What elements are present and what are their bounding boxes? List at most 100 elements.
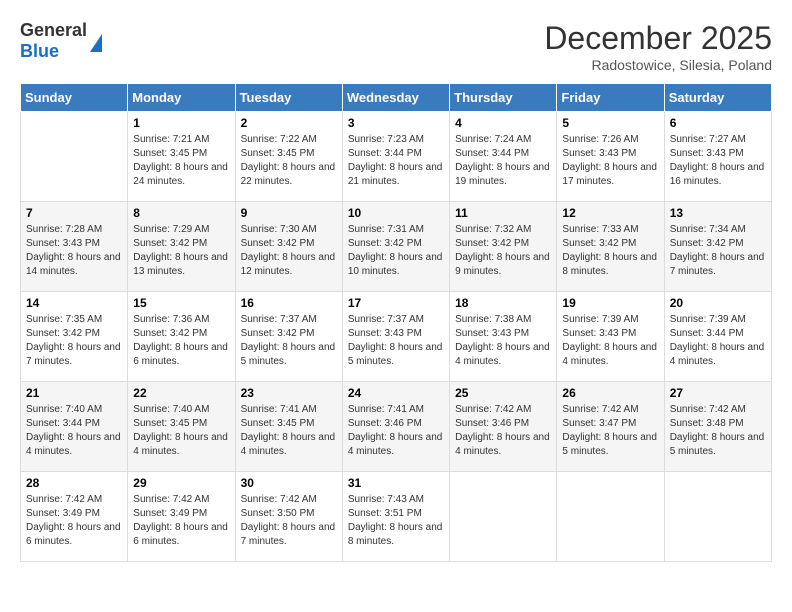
day-info: Sunrise: 7:31 AMSunset: 3:42 PMDaylight:… [348, 223, 444, 279]
title-block: December 2025 Radostowice, Silesia, Pola… [544, 20, 772, 73]
calendar-cell: 30Sunrise: 7:42 AMSunset: 3:50 PMDayligh… [235, 472, 342, 562]
calendar-cell: 23Sunrise: 7:41 AMSunset: 3:45 PMDayligh… [235, 382, 342, 472]
day-info: Sunrise: 7:28 AMSunset: 3:43 PMDaylight:… [26, 223, 122, 279]
calendar-cell [450, 472, 557, 562]
calendar-cell: 21 Sunrise: 7:40 AMSunset: 3:44 PMDayligh… [21, 382, 128, 472]
location-title: Radostowice, Silesia, Poland [544, 57, 772, 73]
calendar-cell: 14 Sunrise: 7:35 AMSunset: 3:42 PMDayligh… [21, 292, 128, 382]
calendar-cell: 20 Sunrise: 7:39 AMSunset: 3:44 PMDayligh… [664, 292, 771, 382]
day-info: Sunrise: 7:42 AMSunset: 3:47 PMDaylight:… [562, 403, 658, 459]
day-info: Sunrise: 7:42 AMSunset: 3:50 PMDaylight:… [241, 493, 337, 549]
calendar-cell: 11Sunrise: 7:32 AMSunset: 3:42 PMDayligh… [450, 202, 557, 292]
weekday-header-sunday: Sunday [21, 84, 128, 112]
day-info: Sunrise: 7:27 AMSunset: 3:43 PMDaylight:… [670, 133, 766, 189]
day-info: Sunrise: 7:39 AMSunset: 3:43 PMDaylight:… [562, 313, 658, 369]
weekday-header-wednesday: Wednesday [342, 84, 449, 112]
calendar-cell: 6 Sunrise: 7:27 AMSunset: 3:43 PMDaylight… [664, 112, 771, 202]
calendar-cell: 22 Sunrise: 7:40 AMSunset: 3:45 PMDayligh… [128, 382, 235, 472]
calendar-cell: 31 Sunrise: 7:43 AMSunset: 3:51 PMDayligh… [342, 472, 449, 562]
day-info: Sunrise: 7:26 AMSunset: 3:43 PMDaylight:… [562, 133, 658, 189]
calendar-cell: 18Sunrise: 7:38 AMSunset: 3:43 PMDayligh… [450, 292, 557, 382]
day-info: Sunrise: 7:41 AMSunset: 3:46 PMDaylight:… [348, 403, 444, 459]
day-info: Sunrise: 7:39 AMSunset: 3:44 PMDaylight:… [670, 313, 766, 369]
day-info: Sunrise: 7:36 AMSunset: 3:42 PMDaylight:… [133, 313, 229, 369]
day-info: Sunrise: 7:32 AMSunset: 3:42 PMDaylight:… [455, 223, 551, 279]
logo: General Blue [20, 20, 102, 62]
day-info: Sunrise: 7:42 AMSunset: 3:48 PMDaylight:… [670, 403, 766, 459]
weekday-header-saturday: Saturday [664, 84, 771, 112]
day-number: 29 [133, 476, 229, 490]
day-number: 20 [670, 296, 766, 310]
day-number: 22 [133, 386, 229, 400]
day-number: 6 [670, 116, 766, 130]
calendar-table: SundayMondayTuesdayWednesdayThursdayFrid… [20, 83, 772, 562]
logo-icon [90, 34, 102, 52]
day-number: 7 [26, 206, 122, 220]
day-info: Sunrise: 7:21 AMSunset: 3:45 PMDaylight:… [133, 133, 229, 189]
calendar-week-row: 28 Sunrise: 7:42 AMSunset: 3:49 PMDayligh… [21, 472, 772, 562]
calendar-cell: 29 Sunrise: 7:42 AMSunset: 3:49 PMDayligh… [128, 472, 235, 562]
day-info: Sunrise: 7:22 AMSunset: 3:45 PMDaylight:… [241, 133, 337, 189]
day-number: 13 [670, 206, 766, 220]
day-number: 14 [26, 296, 122, 310]
calendar-cell: 16Sunrise: 7:37 AMSunset: 3:42 PMDayligh… [235, 292, 342, 382]
day-info: Sunrise: 7:33 AMSunset: 3:42 PMDaylight:… [562, 223, 658, 279]
day-number: 24 [348, 386, 444, 400]
calendar-cell: 4 Sunrise: 7:24 AMSunset: 3:44 PMDaylight… [450, 112, 557, 202]
day-info: Sunrise: 7:37 AMSunset: 3:42 PMDaylight:… [241, 313, 337, 369]
weekday-header-tuesday: Tuesday [235, 84, 342, 112]
day-number: 1 [133, 116, 229, 130]
day-number: 31 [348, 476, 444, 490]
day-number: 5 [562, 116, 658, 130]
day-info: Sunrise: 7:34 AMSunset: 3:42 PMDaylight:… [670, 223, 766, 279]
weekday-header-friday: Friday [557, 84, 664, 112]
calendar-cell: 12 Sunrise: 7:33 AMSunset: 3:42 PMDayligh… [557, 202, 664, 292]
day-number: 2 [241, 116, 337, 130]
day-number: 17 [348, 296, 444, 310]
day-number: 3 [348, 116, 444, 130]
day-number: 8 [133, 206, 229, 220]
day-number: 23 [241, 386, 337, 400]
calendar-cell: 9 Sunrise: 7:30 AMSunset: 3:42 PMDaylight… [235, 202, 342, 292]
calendar-cell: 13 Sunrise: 7:34 AMSunset: 3:42 PMDayligh… [664, 202, 771, 292]
calendar-cell: 28 Sunrise: 7:42 AMSunset: 3:49 PMDayligh… [21, 472, 128, 562]
day-info: Sunrise: 7:24 AMSunset: 3:44 PMDaylight:… [455, 133, 551, 189]
day-number: 28 [26, 476, 122, 490]
day-info: Sunrise: 7:35 AMSunset: 3:42 PMDaylight:… [26, 313, 122, 369]
day-number: 26 [562, 386, 658, 400]
calendar-cell: 15Sunrise: 7:36 AMSunset: 3:42 PMDayligh… [128, 292, 235, 382]
calendar-cell: 7 Sunrise: 7:28 AMSunset: 3:43 PMDaylight… [21, 202, 128, 292]
calendar-cell: 19 Sunrise: 7:39 AMSunset: 3:43 PMDayligh… [557, 292, 664, 382]
day-info: Sunrise: 7:42 AMSunset: 3:49 PMDaylight:… [133, 493, 229, 549]
day-info: Sunrise: 7:30 AMSunset: 3:42 PMDaylight:… [241, 223, 337, 279]
calendar-cell: 24 Sunrise: 7:41 AMSunset: 3:46 PMDayligh… [342, 382, 449, 472]
day-info: Sunrise: 7:42 AMSunset: 3:49 PMDaylight:… [26, 493, 122, 549]
calendar-week-row: 14 Sunrise: 7:35 AMSunset: 3:42 PMDayligh… [21, 292, 772, 382]
calendar-cell: 5 Sunrise: 7:26 AMSunset: 3:43 PMDaylight… [557, 112, 664, 202]
day-info: Sunrise: 7:43 AMSunset: 3:51 PMDaylight:… [348, 493, 444, 549]
logo-general: General [20, 20, 87, 40]
day-number: 18 [455, 296, 551, 310]
month-title: December 2025 [544, 20, 772, 57]
day-number: 12 [562, 206, 658, 220]
day-info: Sunrise: 7:23 AMSunset: 3:44 PMDaylight:… [348, 133, 444, 189]
day-info: Sunrise: 7:40 AMSunset: 3:44 PMDaylight:… [26, 403, 122, 459]
day-number: 25 [455, 386, 551, 400]
day-number: 9 [241, 206, 337, 220]
calendar-cell: 3 Sunrise: 7:23 AMSunset: 3:44 PMDaylight… [342, 112, 449, 202]
day-number: 4 [455, 116, 551, 130]
day-number: 19 [562, 296, 658, 310]
calendar-week-row: 21 Sunrise: 7:40 AMSunset: 3:44 PMDayligh… [21, 382, 772, 472]
weekday-header-row: SundayMondayTuesdayWednesdayThursdayFrid… [21, 84, 772, 112]
calendar-cell: 2 Sunrise: 7:22 AMSunset: 3:45 PMDaylight… [235, 112, 342, 202]
day-number: 10 [348, 206, 444, 220]
calendar-week-row: 7 Sunrise: 7:28 AMSunset: 3:43 PMDaylight… [21, 202, 772, 292]
day-number: 27 [670, 386, 766, 400]
page-header: General Blue December 2025 Radostowice, … [20, 20, 772, 73]
day-info: Sunrise: 7:37 AMSunset: 3:43 PMDaylight:… [348, 313, 444, 369]
calendar-cell [664, 472, 771, 562]
logo-blue: Blue [20, 41, 59, 61]
day-number: 21 [26, 386, 122, 400]
calendar-cell: 25Sunrise: 7:42 AMSunset: 3:46 PMDayligh… [450, 382, 557, 472]
day-info: Sunrise: 7:40 AMSunset: 3:45 PMDaylight:… [133, 403, 229, 459]
